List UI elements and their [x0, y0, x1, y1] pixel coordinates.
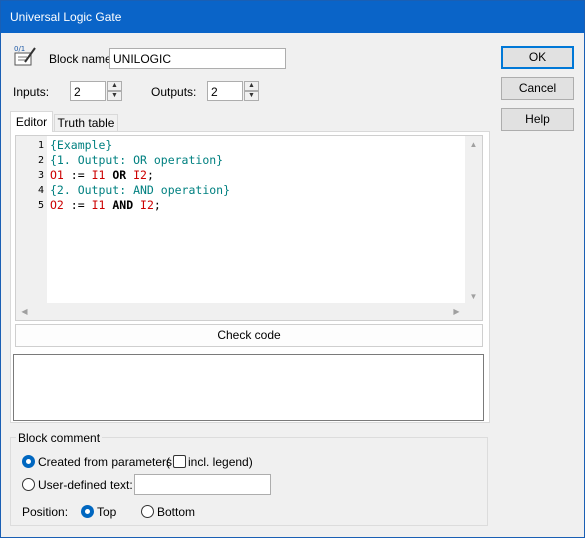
user-defined-label: User-defined text:: [38, 478, 133, 492]
line-number: 3: [37, 170, 44, 181]
paren-open: (: [166, 455, 170, 469]
scrollbar-corner: [465, 303, 482, 320]
code-token: O2: [50, 198, 64, 212]
incl-legend-checkbox[interactable]: [173, 455, 186, 468]
code-token: {2. Output: AND operation}: [50, 183, 231, 197]
horizontal-scrollbar[interactable]: ◀ ▶: [16, 303, 465, 320]
line-number: 4: [37, 185, 44, 196]
line-number: 5: [37, 200, 44, 211]
code-token: O1: [50, 168, 64, 182]
code-token: :=: [63, 168, 92, 182]
check-output-box[interactable]: [13, 354, 484, 421]
position-label: Position:: [22, 505, 69, 519]
block-comment-title: Block comment: [16, 431, 103, 445]
code-line[interactable]: O1 := I1 OR I2;: [50, 168, 154, 182]
user-defined-field[interactable]: [134, 474, 271, 495]
code-line[interactable]: {2. Output: AND operation}: [50, 183, 230, 197]
position-top-radio[interactable]: [81, 505, 94, 518]
outputs-label: Outputs:: [151, 85, 197, 99]
code-token: I1: [91, 168, 106, 182]
incl-legend-label: incl. legend): [188, 455, 253, 469]
help-button[interactable]: Help: [501, 108, 574, 131]
logic-block-icon: 0/1: [13, 43, 37, 67]
code-token: I2: [133, 168, 147, 182]
scroll-up-icon[interactable]: ▲: [465, 136, 482, 153]
spin-down-icon[interactable]: ▼: [244, 91, 259, 101]
code-line[interactable]: {Example}: [50, 138, 112, 152]
code-token: ;: [146, 168, 154, 182]
user-defined-radio[interactable]: [22, 478, 35, 491]
spin-up-icon[interactable]: ▲: [244, 81, 259, 91]
code-token: :=: [63, 198, 92, 212]
vertical-scrollbar[interactable]: ▲ ▼: [465, 136, 482, 305]
inputs-spinner[interactable]: ▲ ▼: [107, 81, 122, 101]
line-number-gutter: 1 2 3 4 5: [16, 136, 47, 305]
position-bottom-label: Bottom: [157, 505, 196, 519]
ok-button[interactable]: OK: [501, 46, 574, 69]
title-bar[interactable]: Universal Logic Gate: [1, 1, 584, 33]
dialog-window: Universal Logic Gate 0/1 Block name: UNI…: [0, 0, 585, 538]
code-token: OR: [105, 168, 134, 182]
code-token: AND: [105, 198, 141, 212]
code-token: ;: [153, 198, 161, 212]
position-bottom-radio[interactable]: [141, 505, 154, 518]
code-token: {1. Output: OR operation}: [50, 153, 224, 167]
scroll-left-icon[interactable]: ◀: [16, 303, 33, 320]
outputs-field[interactable]: 2: [207, 81, 243, 101]
block-name-label: Block name:: [49, 52, 116, 66]
code-line[interactable]: O2 := I1 AND I2;: [50, 198, 161, 212]
created-from-params-label: Created from parameters: [38, 455, 173, 469]
line-number: 2: [37, 155, 44, 166]
tab-truth-table[interactable]: Truth table: [54, 114, 118, 131]
code-line[interactable]: {1. Output: OR operation}: [50, 153, 223, 167]
check-code-button[interactable]: Check code: [15, 324, 483, 347]
code-editor[interactable]: 1 2 3 4 5 {Example} {1. Output: OR operat…: [15, 135, 483, 321]
scroll-right-icon[interactable]: ▶: [448, 303, 465, 320]
window-title: Universal Logic Gate: [10, 10, 122, 24]
code-token: I1: [91, 198, 106, 212]
inputs-field[interactable]: 2: [70, 81, 106, 101]
spin-down-icon[interactable]: ▼: [107, 91, 122, 101]
cancel-button[interactable]: Cancel: [501, 77, 574, 100]
outputs-spinner[interactable]: ▲ ▼: [244, 81, 259, 101]
spin-up-icon[interactable]: ▲: [107, 81, 122, 91]
code-token: I2: [140, 198, 154, 212]
position-top-label: Top: [97, 505, 117, 519]
created-from-params-radio[interactable]: [22, 455, 35, 468]
code-token: {Example}: [50, 138, 113, 152]
tab-editor[interactable]: Editor: [10, 111, 53, 132]
inputs-label: Inputs:: [13, 85, 50, 99]
line-number: 1: [37, 140, 44, 151]
block-name-field[interactable]: UNILOGIC: [109, 48, 286, 69]
svg-text:0/1: 0/1: [14, 45, 25, 53]
